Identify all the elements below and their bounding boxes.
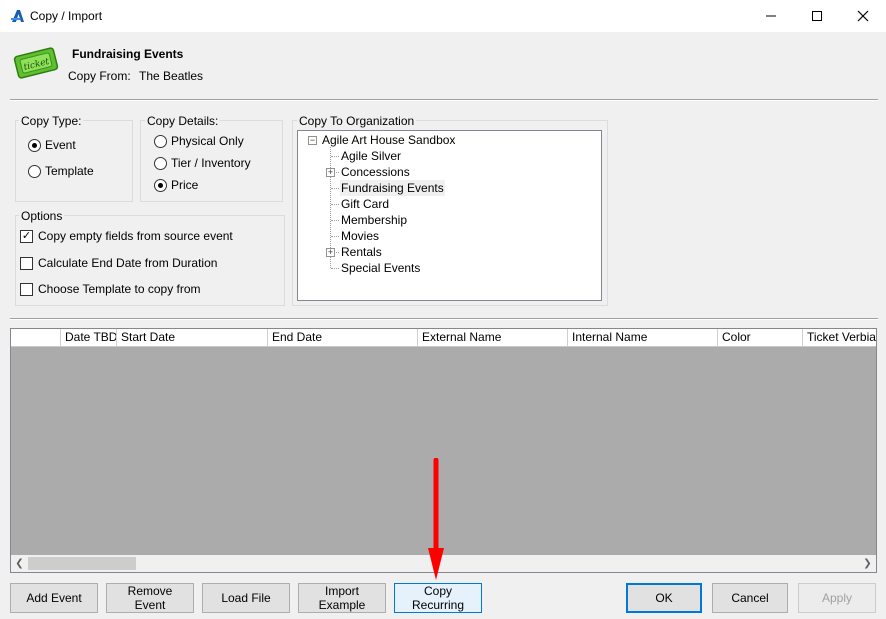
grid-header: Date TBD Start Date End Date External Na…: [11, 329, 876, 347]
ok-button[interactable]: OK: [626, 583, 702, 613]
column-header-selector[interactable]: [11, 329, 61, 346]
expand-icon[interactable]: +: [326, 168, 335, 177]
apply-button[interactable]: Apply: [798, 583, 876, 613]
copy-to-org-label: Copy To Organization: [297, 114, 417, 128]
checkbox-calculate-end-date[interactable]: Calculate End Date from Duration: [20, 256, 217, 270]
column-header-external-name[interactable]: External Name: [418, 329, 568, 346]
tree-connector: [331, 268, 339, 269]
checkbox-calculate-end-date-label: Calculate End Date from Duration: [38, 256, 218, 270]
radio-price-label: Price: [171, 178, 199, 192]
checkbox-indicator: [20, 256, 33, 270]
column-header-internal-name[interactable]: Internal Name: [568, 329, 718, 346]
column-header-end-date[interactable]: End Date: [268, 329, 418, 346]
maximize-icon: [812, 11, 822, 21]
tree-connector: [331, 188, 339, 189]
radio-indicator: [28, 164, 41, 178]
scroll-right-icon[interactable]: ❯: [859, 555, 876, 572]
copy-recurring-button[interactable]: Copy Recurring: [394, 583, 482, 613]
collapse-icon[interactable]: −: [308, 136, 317, 145]
checkbox-copy-empty-fields-label: Copy empty fields from source event: [38, 229, 233, 243]
header-title: Fundraising Events: [72, 47, 184, 61]
load-file-button[interactable]: Load File: [202, 583, 290, 613]
column-header-start-date[interactable]: Start Date: [117, 329, 268, 346]
copy-from-value: The Beatles: [139, 69, 204, 83]
annotation-arrow-icon: [428, 458, 444, 580]
tree-item-movies[interactable]: Movies: [341, 228, 379, 244]
column-header-color[interactable]: Color: [718, 329, 803, 346]
radio-tier-inventory[interactable]: Tier / Inventory: [154, 156, 251, 170]
tree-connector: [331, 220, 339, 221]
checkbox-choose-template[interactable]: Choose Template to copy from: [20, 282, 201, 296]
minimize-icon: [766, 15, 776, 17]
cancel-button[interactable]: Cancel: [712, 583, 788, 613]
add-event-button[interactable]: Add Event: [10, 583, 98, 613]
remove-event-button[interactable]: Remove Event: [106, 583, 194, 613]
copy-details-label: Copy Details:: [145, 114, 221, 128]
copy-type-group: [15, 120, 133, 202]
checkbox-copy-empty-fields[interactable]: ✓ Copy empty fields from source event: [20, 229, 233, 243]
section-divider: [10, 318, 878, 320]
radio-template[interactable]: Template: [28, 164, 94, 178]
radio-indicator: [154, 178, 167, 192]
app-logo-icon: [11, 10, 24, 22]
column-header-ticket-verbiage[interactable]: Ticket Verbiage: [803, 329, 876, 346]
tree-item-membership[interactable]: Membership: [341, 212, 407, 228]
tree-item-gift-card[interactable]: Gift Card: [341, 196, 389, 212]
options-label: Options: [19, 209, 65, 223]
import-example-button[interactable]: Import Example: [298, 583, 386, 613]
checkbox-indicator: ✓: [20, 229, 33, 243]
tree-connector: [331, 236, 339, 237]
radio-physical-only-label: Physical Only: [171, 134, 244, 148]
radio-indicator: [28, 138, 41, 152]
tree-item-concessions[interactable]: Concessions: [341, 164, 410, 180]
window-title: Copy / Import: [30, 9, 103, 23]
copy-type-label: Copy Type:: [19, 114, 84, 128]
tree-item-fundraising-events[interactable]: Fundraising Events: [340, 180, 445, 196]
ticket-icon: ticket: [13, 47, 59, 79]
radio-event-label: Event: [45, 138, 76, 152]
radio-physical-only[interactable]: Physical Only: [154, 134, 244, 148]
radio-price[interactable]: Price: [154, 178, 198, 192]
tree-item-agile-silver[interactable]: Agile Silver: [341, 148, 401, 164]
maximize-button[interactable]: [794, 0, 840, 32]
copy-from-label: Copy From:: [68, 69, 131, 83]
column-header-date-tbd[interactable]: Date TBD: [61, 329, 117, 346]
expand-icon[interactable]: +: [326, 248, 335, 257]
scrollbar-thumb[interactable]: [28, 557, 136, 570]
radio-template-label: Template: [45, 164, 94, 178]
tree-item-special-events[interactable]: Special Events: [341, 260, 420, 276]
minimize-button[interactable]: [748, 0, 794, 32]
tree-item-rentals[interactable]: Rentals: [341, 244, 382, 260]
close-button[interactable]: [840, 0, 886, 32]
checkbox-indicator: [20, 282, 33, 296]
radio-indicator: [154, 134, 167, 148]
tree-connector: [331, 156, 339, 157]
header-divider: [10, 99, 878, 101]
radio-tier-inventory-label: Tier / Inventory: [171, 156, 251, 170]
checkbox-choose-template-label: Choose Template to copy from: [38, 282, 201, 296]
radio-indicator: [154, 156, 167, 170]
close-icon: [857, 10, 869, 22]
radio-event[interactable]: Event: [28, 138, 76, 152]
tree-connector: [331, 204, 339, 205]
tree-root[interactable]: Agile Art House Sandbox: [322, 132, 455, 148]
scroll-left-icon[interactable]: ❮: [11, 555, 28, 572]
organization-tree[interactable]: − Agile Art House Sandbox Agile Silver +…: [297, 130, 602, 301]
